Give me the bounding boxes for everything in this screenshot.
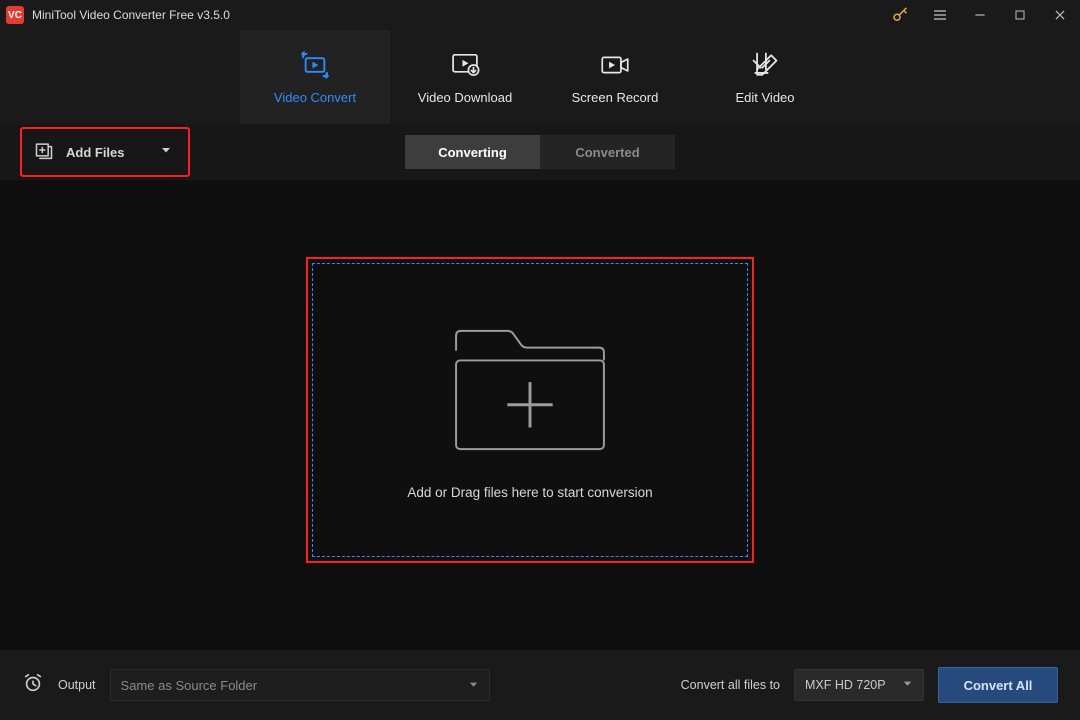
app-logo: VC — [6, 6, 24, 24]
chevron-down-icon — [902, 678, 913, 692]
tab-screen-record[interactable]: Screen Record — [540, 30, 690, 124]
toolbar: Add Files Converting Converted — [0, 124, 1080, 180]
output-folder-select[interactable]: Same as Source Folder — [110, 669, 490, 701]
format-value: MXF HD 720P — [805, 678, 886, 692]
convert-all-to-label: Convert all files to — [681, 678, 780, 692]
tab-label: Video Download — [418, 90, 512, 105]
output-label: Output — [58, 678, 96, 692]
add-files-button[interactable]: Add Files — [20, 127, 190, 177]
download-icon — [448, 50, 482, 80]
tab-label: Screen Record — [572, 90, 659, 105]
conversion-tabs: Converting Converted — [405, 135, 675, 169]
record-icon — [598, 50, 632, 80]
tab-label: Video Convert — [274, 90, 356, 105]
app-title: MiniTool Video Converter Free v3.5.0 — [32, 8, 230, 22]
format-select[interactable]: MXF HD 720P — [794, 669, 924, 701]
drop-zone[interactable]: Add or Drag files here to start conversi… — [312, 263, 748, 557]
drop-hint: Add or Drag files here to start conversi… — [407, 485, 652, 500]
add-file-icon — [34, 140, 54, 165]
folder-plus-icon — [445, 321, 615, 459]
output-folder-value: Same as Source Folder — [121, 678, 258, 693]
tab-video-download[interactable]: Video Download — [390, 30, 540, 124]
clock-icon[interactable] — [22, 672, 44, 699]
title-bar: VC MiniTool Video Converter Free v3.5.0 — [0, 0, 1080, 30]
convert-all-button[interactable]: Convert All — [938, 667, 1058, 703]
main-area: Add or Drag files here to start conversi… — [0, 180, 1080, 650]
close-button[interactable] — [1040, 0, 1080, 30]
footer-bar: Output Same as Source Folder Convert all… — [0, 650, 1080, 720]
tab-video-convert[interactable]: Video Convert — [240, 30, 390, 124]
drop-zone-highlight: Add or Drag files here to start conversi… — [306, 257, 754, 563]
add-files-label: Add Files — [66, 145, 125, 160]
minimize-button[interactable] — [960, 0, 1000, 30]
tab-converted[interactable]: Converted — [540, 135, 675, 169]
edit-icon — [750, 50, 780, 80]
chevron-down-icon — [160, 143, 172, 161]
tab-label: Edit Video — [735, 90, 794, 105]
key-icon[interactable] — [880, 0, 920, 30]
window-controls — [880, 0, 1080, 30]
top-nav: Video Convert Video Download Screen Reco… — [0, 30, 1080, 124]
tab-edit-video[interactable]: Edit Video — [690, 30, 840, 124]
menu-icon[interactable] — [920, 0, 960, 30]
tab-converting[interactable]: Converting — [405, 135, 540, 169]
convert-icon — [298, 50, 332, 80]
chevron-down-icon — [468, 678, 479, 693]
maximize-button[interactable] — [1000, 0, 1040, 30]
